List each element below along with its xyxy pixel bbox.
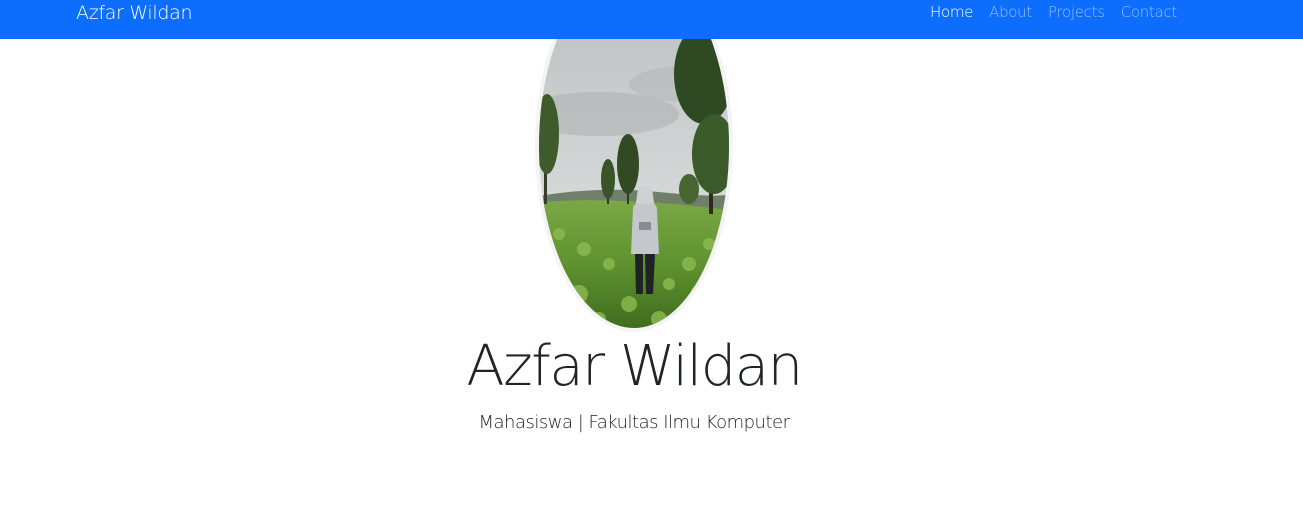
nav-link-projects[interactable]: Projects (1040, 2, 1113, 22)
profile-photo (535, 0, 733, 332)
nav-link-contact[interactable]: Contact (1113, 2, 1185, 22)
hero-section: Azfar Wildan Mahasiswa | Fakultas Ilmu K… (0, 0, 1303, 517)
hero-name: Azfar Wildan (466, 334, 803, 399)
profile-photo-illustration (539, 0, 729, 328)
navbar: Azfar Wildan Home About Projects Contact (0, 0, 1303, 39)
nav-links: Home About Projects Contact (922, 2, 1185, 22)
nav-link-home[interactable]: Home (922, 2, 981, 22)
hero-subtitle: Mahasiswa | Fakultas Ilmu Komputer (478, 412, 790, 433)
nav-link-about[interactable]: About (981, 2, 1040, 22)
navbar-brand[interactable]: Azfar Wildan (76, 1, 193, 25)
